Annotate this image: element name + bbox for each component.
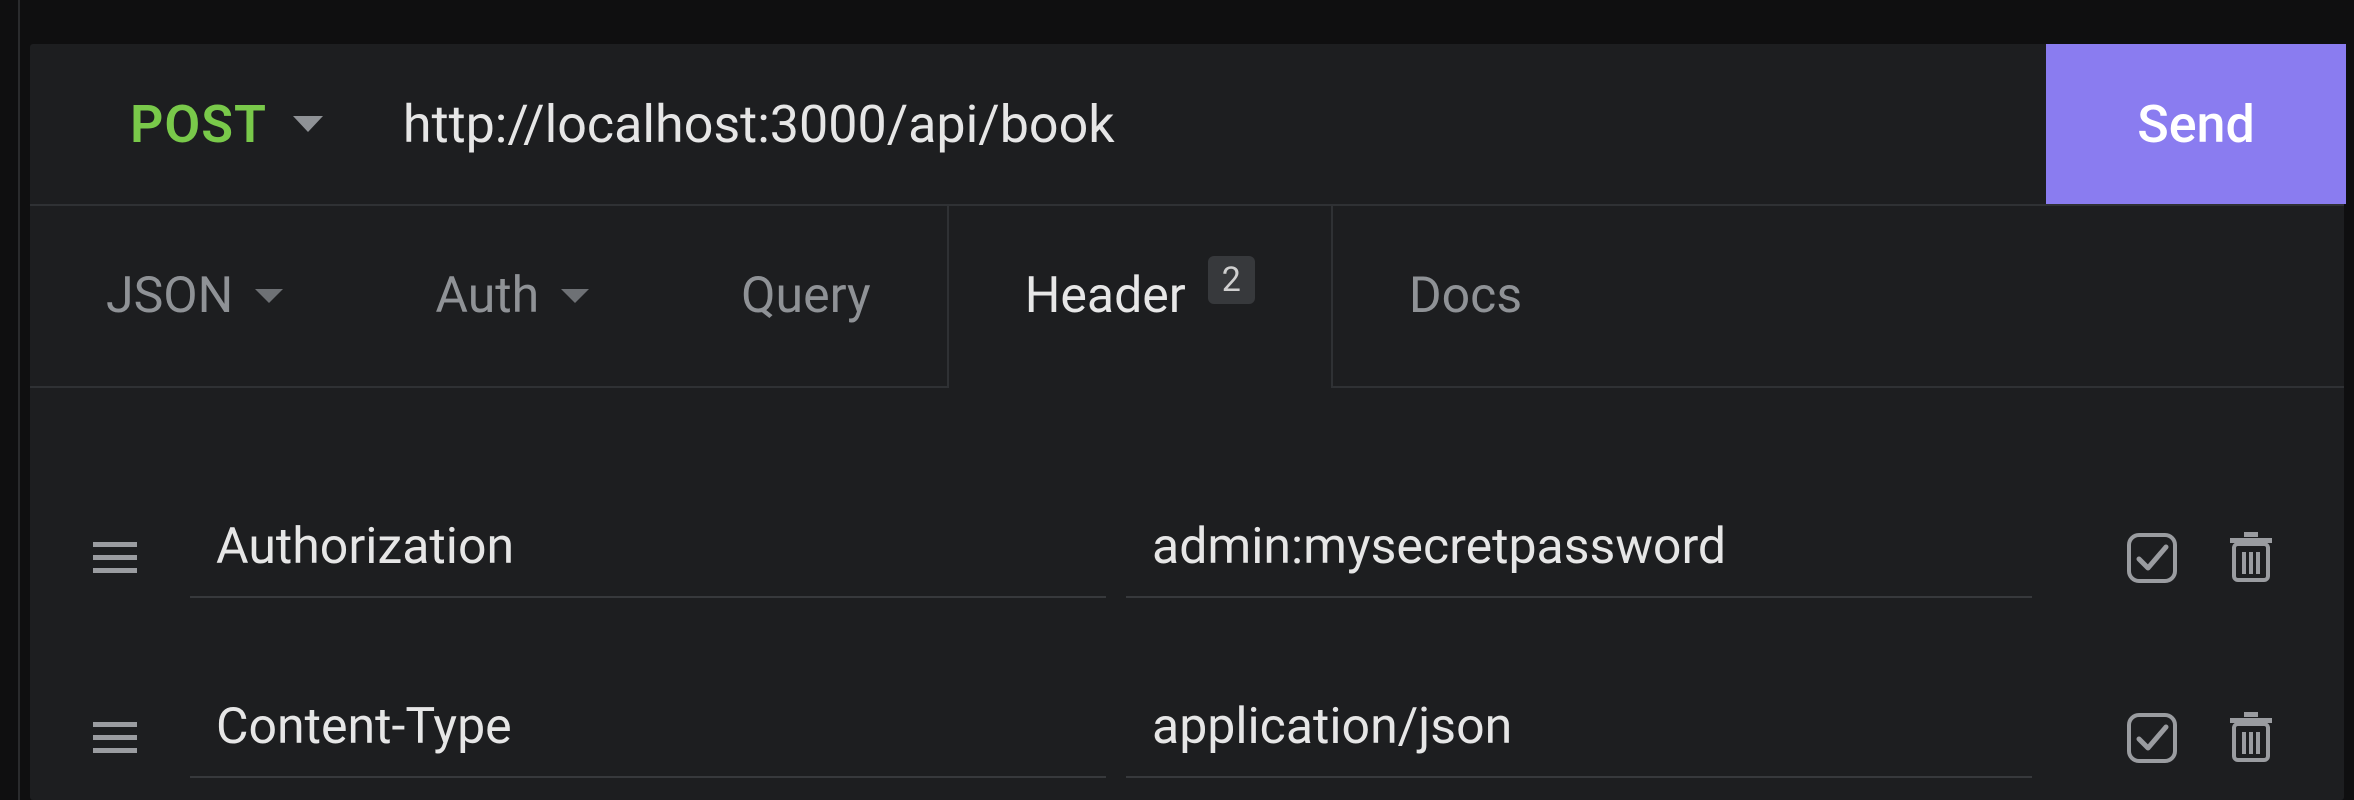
- tab-header[interactable]: Header 2: [947, 206, 1333, 386]
- header-value-input[interactable]: application/json: [1126, 698, 2032, 778]
- tab-header-label: Header: [1025, 267, 1186, 325]
- delete-icon[interactable]: [2228, 532, 2274, 584]
- drag-handle-icon[interactable]: [80, 540, 150, 576]
- caret-down-icon: [293, 114, 323, 134]
- header-row-actions: [2126, 532, 2294, 584]
- request-panel: POST http://localhost:3000/api/book Send…: [30, 44, 2344, 800]
- header-count-badge: 2: [1208, 256, 1255, 304]
- request-tabs: JSON Auth Query Header 2 Docs: [30, 206, 2344, 388]
- drag-handle-icon[interactable]: [80, 720, 150, 756]
- header-row: Content-Type application/json: [30, 648, 2344, 800]
- tab-auth-label: Auth: [435, 267, 539, 325]
- url-bar: POST http://localhost:3000/api/book Send: [30, 44, 2344, 206]
- tab-body[interactable]: JSON: [30, 206, 359, 386]
- toggle-enabled-icon[interactable]: [2126, 532, 2178, 584]
- header-key-input[interactable]: Content-Type: [190, 698, 1106, 778]
- tab-query-label: Query: [741, 267, 871, 325]
- url-input[interactable]: http://localhost:3000/api/book: [363, 44, 2046, 204]
- headers-list: Authorization admin:mysecretpassword: [30, 388, 2344, 800]
- left-guide: [18, 0, 20, 800]
- header-row-actions: [2126, 712, 2294, 764]
- http-method-label: POST: [130, 94, 267, 155]
- http-method-select[interactable]: POST: [30, 44, 363, 204]
- header-row: Authorization admin:mysecretpassword: [30, 468, 2344, 648]
- header-value-input[interactable]: admin:mysecretpassword: [1126, 518, 2032, 598]
- toggle-enabled-icon[interactable]: [2126, 712, 2178, 764]
- tab-query[interactable]: Query: [665, 206, 947, 386]
- caret-down-icon: [255, 287, 283, 305]
- tab-docs-label: Docs: [1409, 267, 1522, 325]
- delete-icon[interactable]: [2228, 712, 2274, 764]
- tab-docs[interactable]: Docs: [1333, 206, 1598, 386]
- send-button[interactable]: Send: [2046, 44, 2346, 204]
- tab-body-label: JSON: [106, 267, 233, 325]
- caret-down-icon: [561, 287, 589, 305]
- header-key-input[interactable]: Authorization: [190, 518, 1106, 598]
- tab-auth[interactable]: Auth: [359, 206, 665, 386]
